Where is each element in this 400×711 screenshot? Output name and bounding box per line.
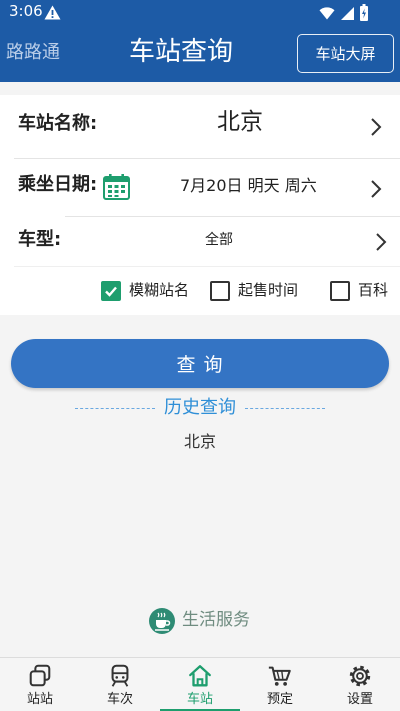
- check-icon: [105, 286, 117, 297]
- filters-row: 模糊站名 起售时间 百科: [0, 266, 400, 315]
- coffee-cup-icon: [149, 608, 175, 634]
- nav-label: 预定: [266, 692, 293, 707]
- station-value: 北京: [217, 109, 263, 135]
- nav-item-settings[interactable]: 设置: [320, 658, 400, 711]
- battery-icon: [360, 4, 368, 21]
- wifi-icon: [319, 7, 335, 20]
- nav-item-train-number[interactable]: 车次: [80, 658, 160, 711]
- status-time: 3:06: [9, 2, 43, 20]
- train-type-row[interactable]: 车型: 全部: [0, 217, 400, 266]
- signal-icon: [341, 7, 354, 20]
- train-type-label: 车型:: [18, 229, 62, 250]
- checkbox-label: 模糊站名: [129, 281, 190, 299]
- filter-encyclopedia[interactable]: 百科: [330, 266, 392, 315]
- stacked-squares-icon: [29, 664, 51, 687]
- nav-label: 车站: [186, 692, 213, 707]
- house-icon: [189, 665, 211, 687]
- date-value: 7月20日 明天 周六: [180, 176, 317, 195]
- dashed-divider: [245, 408, 325, 409]
- date-row[interactable]: 乘坐日期: 7月20日 明天 周六: [0, 159, 400, 216]
- calendar-icon[interactable]: [103, 173, 130, 200]
- history-title: 历史查询: [164, 397, 236, 418]
- gear-icon: [349, 665, 371, 687]
- nav-label: 设置: [346, 692, 373, 707]
- date-label: 乘坐日期:: [18, 174, 98, 195]
- chevron-right-icon: [371, 118, 382, 136]
- station-row[interactable]: 车站名称: 北京: [0, 96, 400, 158]
- nav-item-booking[interactable]: 预定: [240, 658, 320, 711]
- checkbox-label: 百科: [358, 281, 389, 299]
- train-type-value: 全部: [205, 232, 233, 248]
- cart-icon: [268, 666, 291, 686]
- filter-fuzzy-station-name[interactable]: 模糊站名: [101, 266, 196, 315]
- dashed-divider: [75, 408, 155, 409]
- checkbox[interactable]: [210, 281, 230, 301]
- top-bar: 3:06 路路通 车站查询 车站大屏: [0, 0, 400, 82]
- chevron-right-icon: [371, 180, 382, 198]
- big-screen-button[interactable]: 车站大屏: [297, 34, 394, 73]
- life-service-label: 生活服务: [182, 610, 250, 630]
- nav-label: 站站: [26, 692, 53, 707]
- history-item[interactable]: 北京: [0, 434, 400, 450]
- train-icon: [111, 664, 129, 687]
- nav-item-station-to-station[interactable]: 站站: [0, 658, 80, 711]
- life-service-link[interactable]: 生活服务: [148, 607, 258, 637]
- filter-sale-start-time[interactable]: 起售时间: [210, 266, 305, 315]
- query-button[interactable]: 查 询: [11, 339, 389, 388]
- chevron-right-icon: [376, 233, 387, 251]
- station-label: 车站名称:: [18, 113, 98, 134]
- warning-icon: [44, 5, 61, 20]
- checkbox[interactable]: [101, 281, 121, 301]
- nav-item-station[interactable]: 车站: [160, 658, 240, 711]
- checkbox-label: 起售时间: [238, 281, 299, 299]
- nav-label: 车次: [106, 692, 133, 707]
- checkbox[interactable]: [330, 281, 350, 301]
- bottom-nav: 站站 车次 车站 预定 设置: [0, 657, 400, 711]
